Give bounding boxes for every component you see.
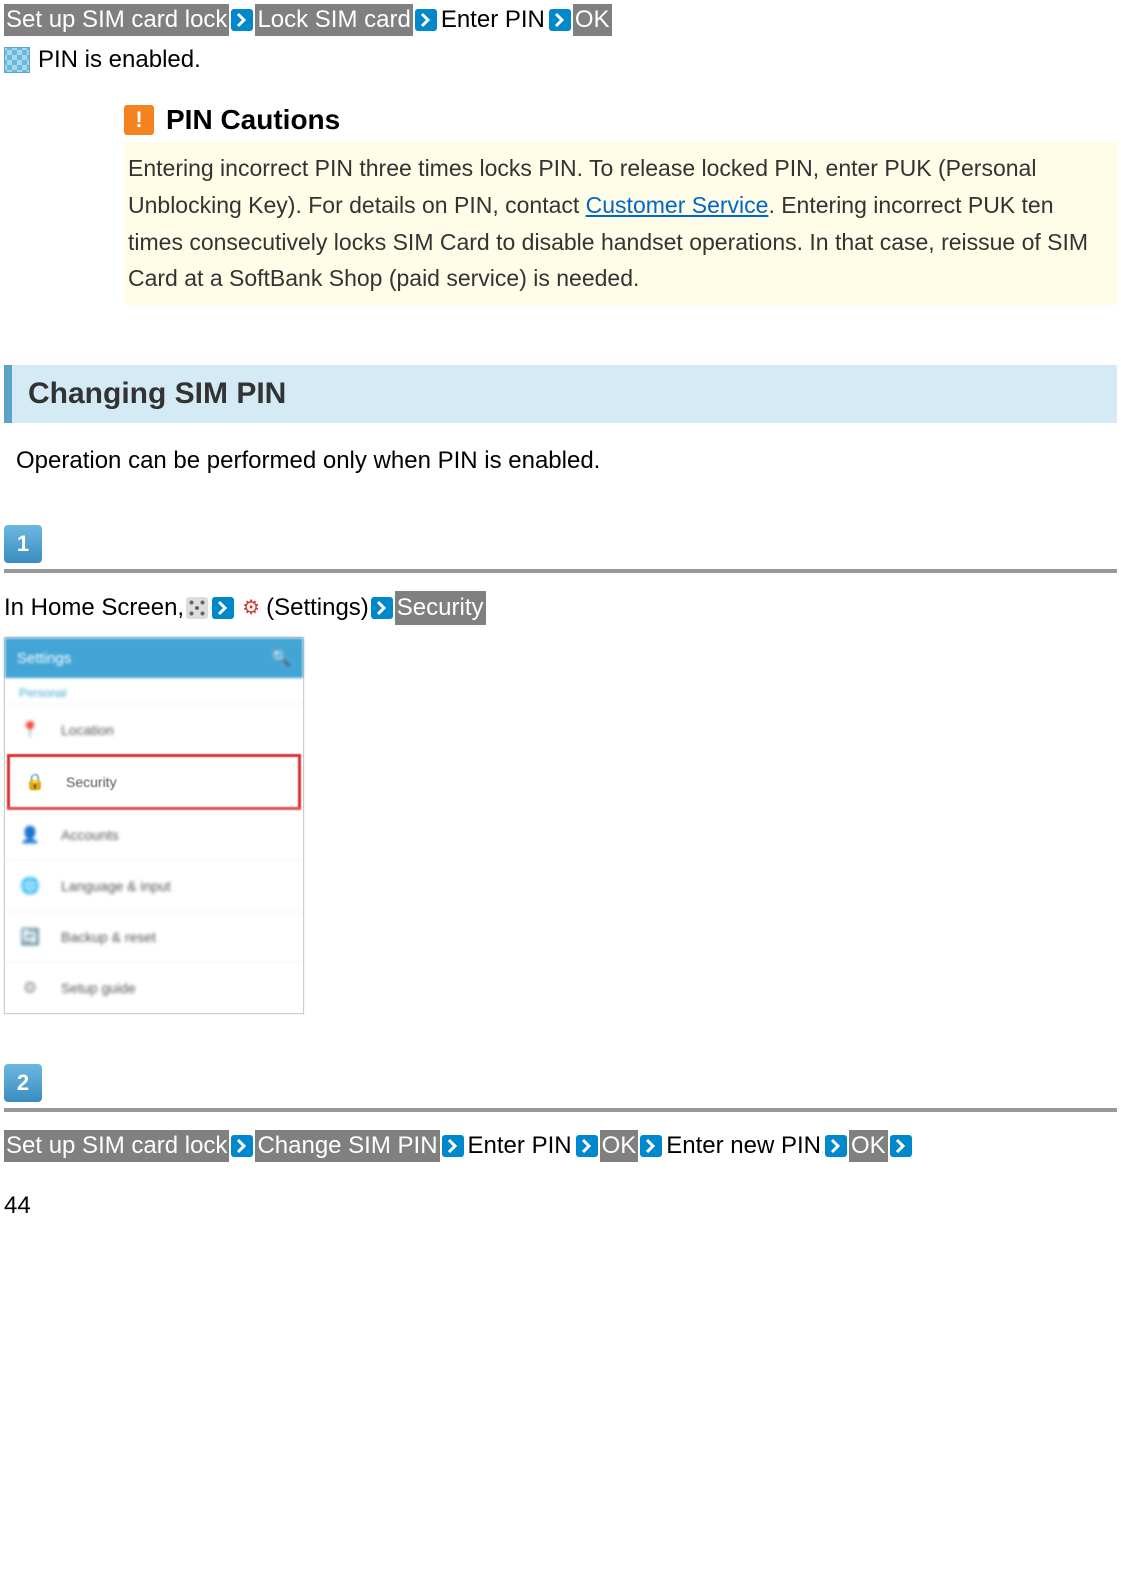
arrow-icon bbox=[415, 9, 437, 31]
customer-service-link[interactable]: Customer Service bbox=[586, 192, 769, 218]
arrow-icon bbox=[576, 1135, 598, 1157]
arrow-icon bbox=[549, 9, 571, 31]
ss-title: Settings bbox=[17, 650, 71, 667]
top-breadcrumb: Set up SIM card lock Lock SIM card Enter P… bbox=[4, 4, 1117, 36]
list-item-icon: 🌐 bbox=[19, 875, 41, 897]
caution-header: ! PIN Cautions bbox=[124, 104, 1117, 136]
step-badge-2: 2 bbox=[4, 1064, 42, 1102]
step2-breadcrumb: Set up SIM card lock Change SIM PIN Enter … bbox=[4, 1130, 1117, 1162]
arrow-icon bbox=[442, 1135, 464, 1157]
arrow-icon bbox=[371, 597, 393, 619]
list-item-icon: 👤 bbox=[19, 824, 41, 846]
caution-box: ! PIN Cautions Entering incorrect PIN th… bbox=[124, 104, 1117, 305]
step-badge-1: 1 bbox=[4, 525, 42, 563]
breadcrumb-item: Enter new PIN bbox=[664, 1130, 823, 1162]
breadcrumb-item: OK bbox=[573, 4, 612, 36]
breadcrumb-item: OK bbox=[849, 1130, 888, 1162]
security-label: Security bbox=[395, 591, 486, 625]
step-divider bbox=[4, 569, 1117, 573]
ss-section-label: Personal bbox=[5, 678, 303, 704]
list-item-label: Setup guide bbox=[61, 980, 136, 996]
breadcrumb-item: Set up SIM card lock bbox=[4, 1130, 229, 1162]
arrow-icon bbox=[640, 1135, 662, 1157]
list-item-label: Security bbox=[66, 774, 117, 790]
page-number: 44 bbox=[4, 1192, 1117, 1220]
step1-prefix: In Home Screen, bbox=[4, 591, 184, 625]
list-item-icon: 🔄 bbox=[19, 926, 41, 948]
arrow-icon bbox=[825, 1135, 847, 1157]
settings-list-item: 👤 Accounts bbox=[5, 809, 303, 860]
list-item-label: Accounts bbox=[61, 827, 119, 843]
settings-list-item: 🔄 Backup & reset bbox=[5, 911, 303, 962]
section-header: Changing SIM PIN bbox=[4, 365, 1117, 423]
breadcrumb-item: Set up SIM card lock bbox=[4, 4, 229, 36]
breadcrumb-item: Lock SIM card bbox=[255, 4, 412, 36]
arrow-icon bbox=[231, 9, 253, 31]
breadcrumb-item: OK bbox=[600, 1130, 639, 1162]
settings-list-item: 🌐 Language & input bbox=[5, 860, 303, 911]
breadcrumb-item: Enter PIN bbox=[439, 4, 547, 36]
result-line: PIN is enabled. bbox=[4, 46, 1117, 74]
breadcrumb-item: Change SIM PIN bbox=[255, 1130, 439, 1162]
list-item-icon: ⚙ bbox=[19, 977, 41, 999]
arrow-icon bbox=[212, 597, 234, 619]
step1-content: In Home Screen, ⚙ (Settings) Security bbox=[4, 591, 1117, 625]
section-note: Operation can be performed only when PIN… bbox=[4, 447, 1117, 475]
list-item-icon: 📍 bbox=[19, 719, 41, 741]
list-item-label: Language & input bbox=[61, 878, 171, 894]
list-item-label: Location bbox=[61, 722, 114, 738]
breadcrumb-item: Enter PIN bbox=[466, 1130, 574, 1162]
step-divider bbox=[4, 1108, 1117, 1112]
settings-screenshot: Settings 🔍 Personal 📍 Location 🔒 Security 👤 A… bbox=[4, 637, 304, 1014]
arrow-icon bbox=[231, 1135, 253, 1157]
settings-list-item: 🔒 Security bbox=[7, 754, 301, 810]
settings-gear-icon: ⚙ bbox=[240, 597, 262, 619]
settings-list-item: ⚙ Setup guide bbox=[5, 962, 303, 1013]
list-item-icon: 🔒 bbox=[24, 771, 46, 793]
ss-header: Settings 🔍 bbox=[5, 638, 303, 678]
warning-icon: ! bbox=[124, 105, 154, 135]
check-icon bbox=[4, 47, 30, 73]
caution-title: PIN Cautions bbox=[166, 104, 340, 136]
caution-body: Entering incorrect PIN three times locks… bbox=[124, 142, 1117, 305]
step1-settings-label: (Settings) bbox=[266, 591, 369, 625]
settings-list-item: 📍 Location bbox=[5, 704, 303, 755]
arrow-icon bbox=[890, 1135, 912, 1157]
search-icon: 🔍 bbox=[271, 648, 291, 668]
result-text: PIN is enabled. bbox=[38, 46, 201, 74]
apps-grid-icon bbox=[186, 597, 208, 619]
list-item-label: Backup & reset bbox=[61, 929, 156, 945]
